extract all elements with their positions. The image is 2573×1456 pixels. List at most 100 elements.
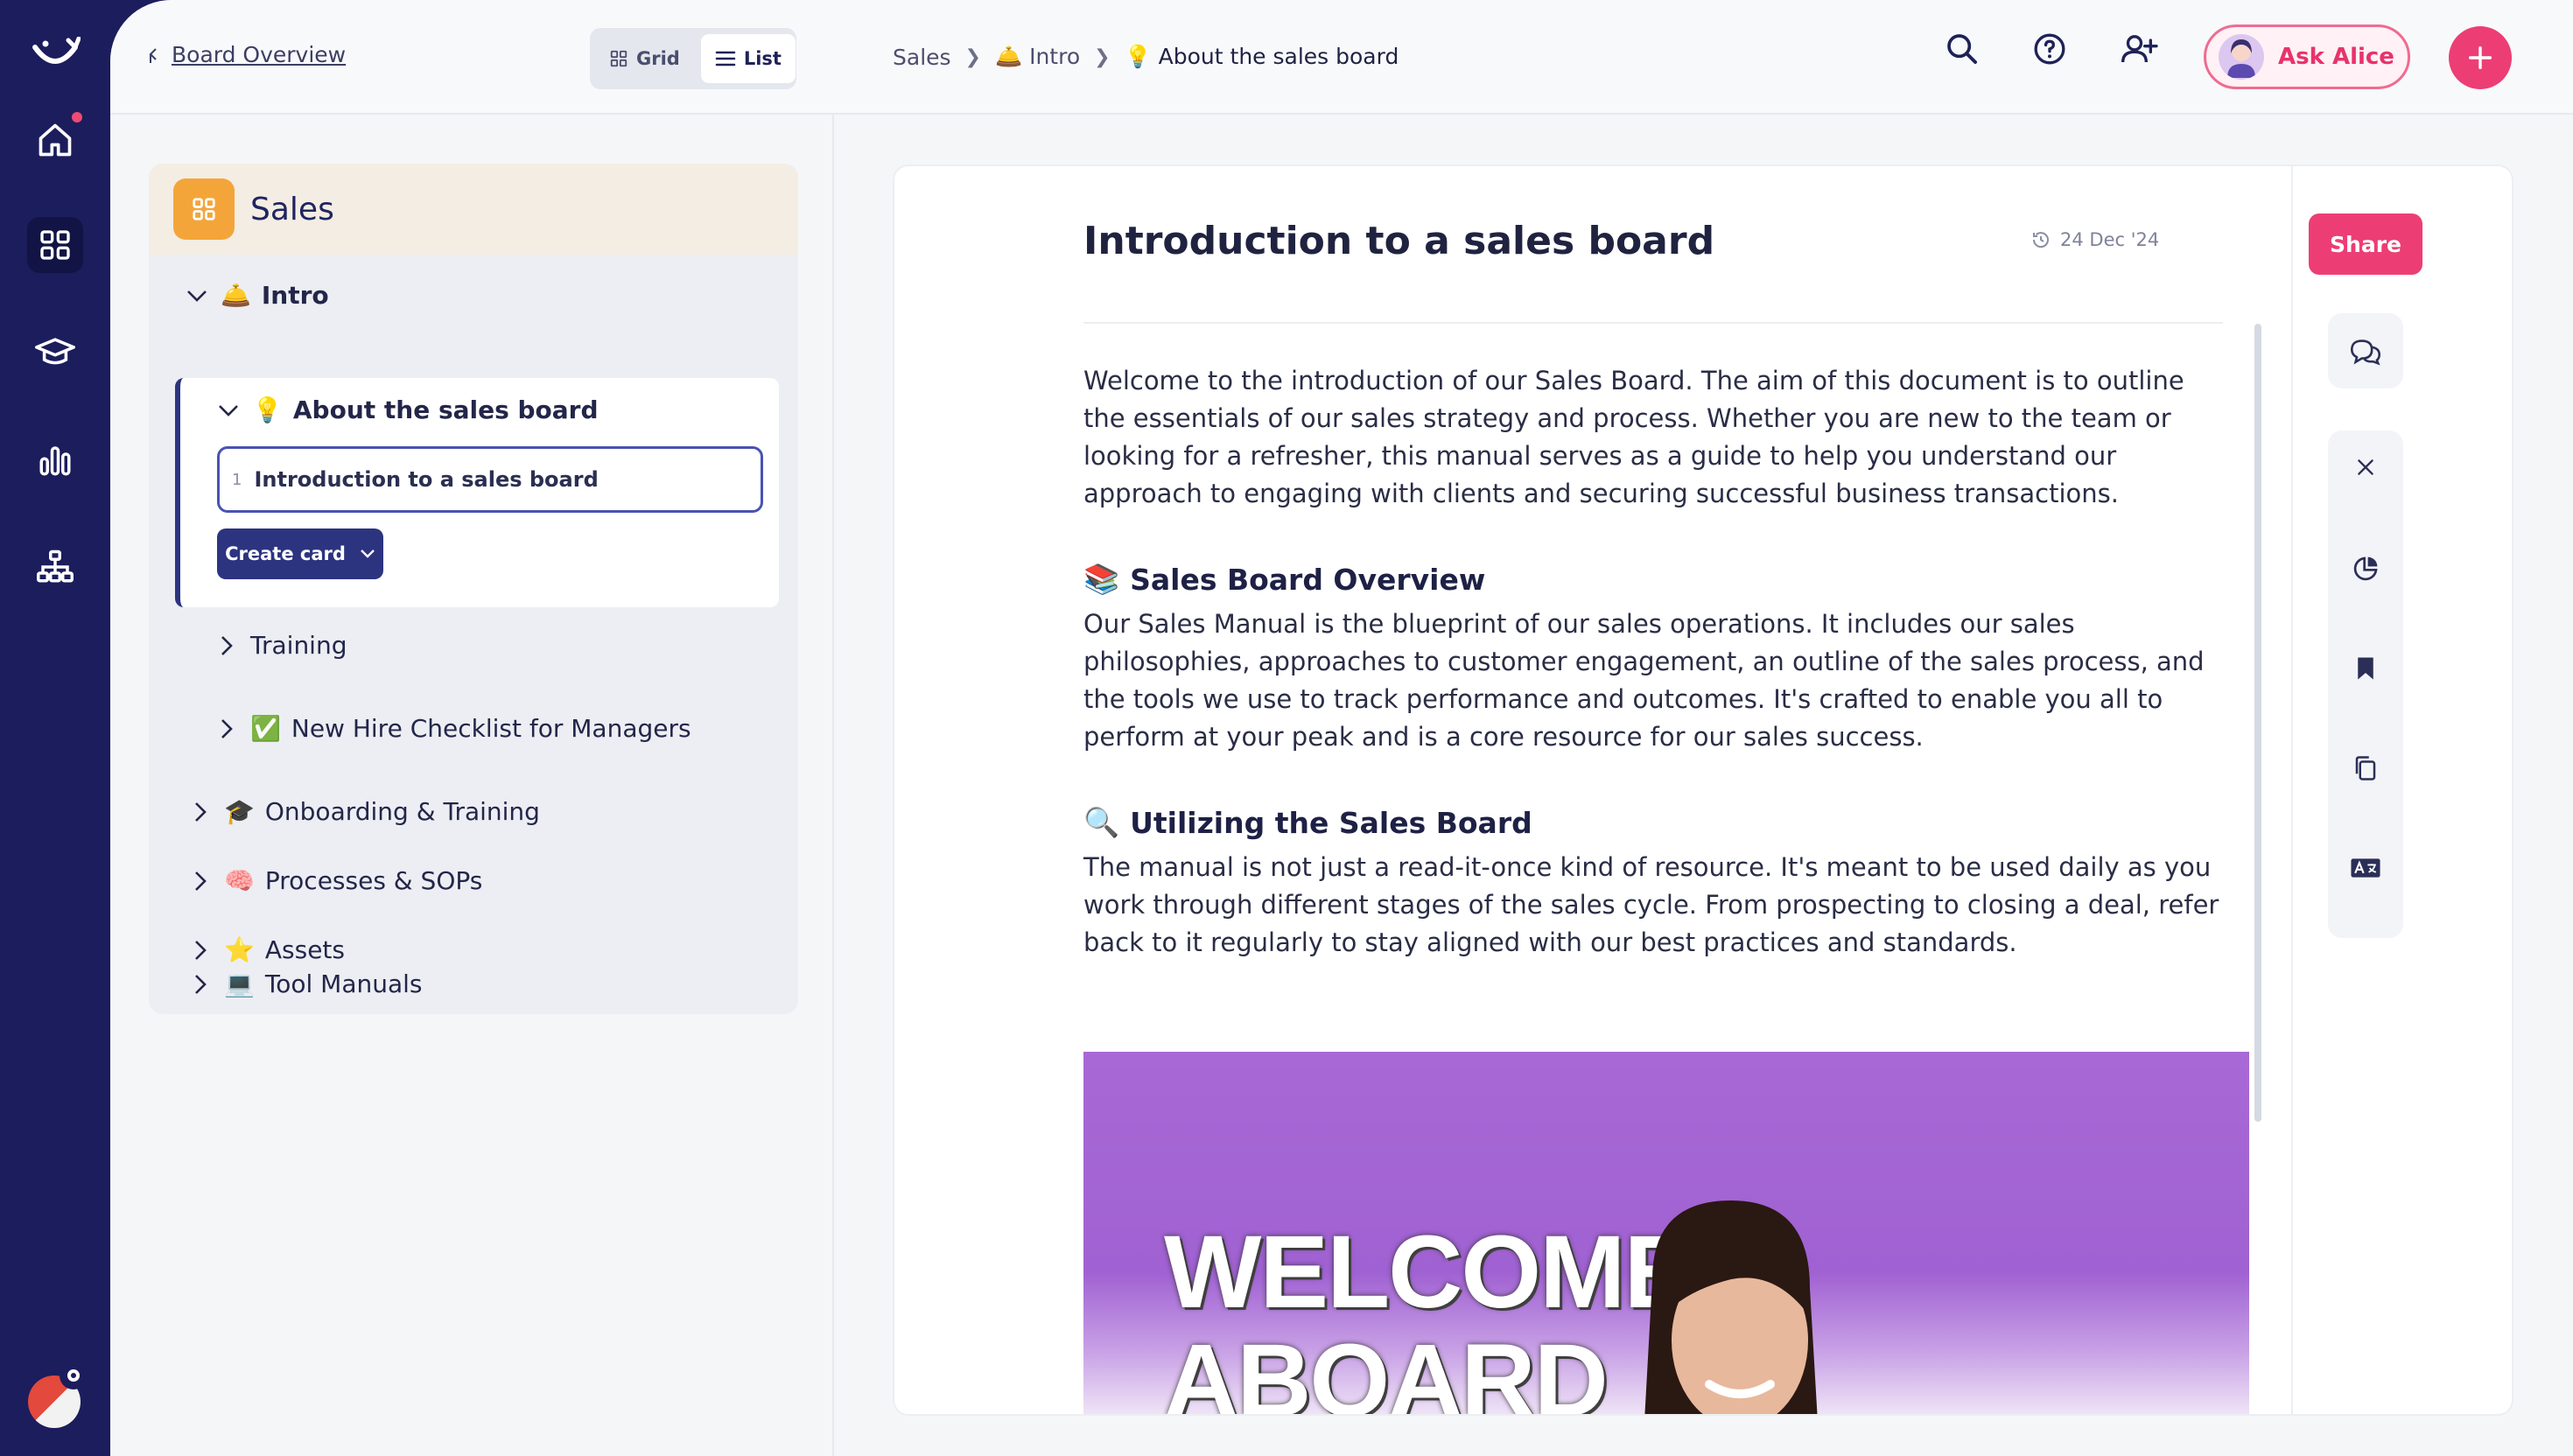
create-card-button[interactable]: Create card [217,528,383,579]
tree-item-tools[interactable]: 💻 Tool Manuals [187,970,423,998]
welcome-gif[interactable]: WELCOME ABOARD [1083,1052,2249,1414]
tree-area: Sales 🛎️ Intro 💡 About the sales board 1… [110,115,834,1456]
tree-item-intro-label: Intro [261,281,329,310]
share-label: Share [2330,231,2401,257]
books-icon: 📚 [1083,562,1120,596]
bell-icon: 🛎️ [994,44,1023,69]
breadcrumb: Sales ❯ 🛎️ Intro ❯ 💡 About the sales boa… [893,44,1399,70]
bookmark-icon[interactable] [2328,642,2403,695]
logo-icon[interactable] [27,26,83,82]
tree-item-assets[interactable]: ⭐ Assets [187,935,345,964]
translate-icon[interactable] [2328,842,2403,894]
lightbulb-icon: 💡 [252,396,283,424]
tree-item-training[interactable]: Training [214,631,347,660]
close-icon[interactable] [2328,441,2403,494]
breadcrumb-current: 💡 About the sales board [1125,44,1399,70]
help-icon[interactable] [2032,32,2067,70]
overview-paragraph: Our Sales Manual is the blueprint of our… [1083,609,2205,752]
notification-dot [72,112,82,122]
tree-item-onboarding[interactable]: 🎓 Onboarding & Training [187,797,540,826]
org-chart-icon[interactable] [27,539,83,595]
chevron-right-icon: ❯ [964,46,981,68]
tree-item-checklist-label: New Hire Checklist for Managers [291,714,691,743]
chevron-right-icon: ❯ [1094,46,1111,68]
check-mark-icon: ✅ [250,714,281,743]
brain-icon: 🧠 [224,866,255,895]
chevron-right-icon [214,634,240,657]
chevron-right-icon [187,939,214,962]
subcategory-card: 💡 About the sales board 1 Introduction t… [175,378,779,607]
magnifier-icon: 🔍 [1083,805,1120,839]
chevron-down-icon [361,550,375,558]
document-scrollbar[interactable] [2254,324,2261,1122]
list-view-label: List [743,48,782,69]
tree-item-onboarding-label: Onboarding & Training [264,797,540,826]
tree-title: Sales [250,191,334,228]
bar-chart-icon[interactable] [27,432,83,488]
tree-item-about[interactable]: 💡 About the sales board [215,396,599,424]
right-gutter [2513,115,2573,1456]
laptop-icon: 💻 [224,970,255,998]
tree-item-intro[interactable]: 🛎️ Intro [184,281,329,310]
list-view-icon [715,51,736,66]
add-button[interactable] [2449,26,2512,89]
lightbulb-icon: 💡 [1124,44,1152,69]
breadcrumb-intro[interactable]: 🛎️ Intro [995,44,1080,70]
section-heading-utilizing-label: Utilizing the Sales Board [1130,805,1532,840]
grid-icon[interactable] [27,217,83,273]
add-user-icon[interactable] [2120,32,2158,70]
breadcrumb-intro-label: Intro [1029,44,1081,69]
last-edited[interactable]: 24 Dec '24 [2030,229,2159,250]
divider [1083,322,2223,324]
section-heading-overview-label: Sales Board Overview [1130,562,1486,597]
section-heading-utilizing: 🔍 Utilizing the Sales Board [1083,805,2232,840]
breadcrumb-sales[interactable]: Sales [893,45,951,70]
back-link[interactable]: Board Overview [147,42,346,67]
history-icon [2032,232,2049,248]
pie-chart-icon[interactable] [2328,542,2403,595]
grid-view-icon [610,50,627,67]
tree-item-processes-label: Processes & SOPs [264,866,483,895]
document-body: Welcome to the introduction of our Sales… [1083,362,2232,962]
create-card-label: Create card [225,543,346,564]
back-arrow-icon [149,47,157,63]
back-link-label: Board Overview [172,42,347,67]
list-view-button[interactable]: List [700,34,796,83]
view-toggle: Grid List [590,28,796,89]
tree-item-checklist[interactable]: ✅ New Hire Checklist for Managers [214,714,691,743]
grid-view-button[interactable]: Grid [595,34,694,83]
board-grid-icon [173,178,235,240]
breadcrumb-current-label: About the sales board [1158,44,1399,69]
settings-gear-icon[interactable] [60,1362,88,1390]
star-icon: ⭐ [224,935,255,964]
tree-item-training-label: Training [250,631,347,660]
comments-icon[interactable] [2328,325,2403,377]
left-rail [0,0,110,1456]
plus-icon [2468,46,2492,70]
chevron-down-icon [184,289,210,303]
selected-card-item[interactable]: 1 Introduction to a sales board [217,446,763,513]
share-button[interactable]: Share [2309,214,2422,275]
tools-box [2328,430,2403,938]
tree-header[interactable]: Sales [149,164,798,255]
graduation-cap-icon[interactable] [27,326,83,382]
woman-portrait [1644,1200,1818,1414]
intro-paragraph: Welcome to the introduction of our Sales… [1083,366,2184,508]
ask-alice-button[interactable]: Ask Alice [2204,24,2410,89]
chevron-down-icon [215,403,242,417]
page-title: Introduction to a sales board [1083,219,1715,263]
selected-card-label: Introduction to a sales board [254,467,599,492]
tree-item-tools-label: Tool Manuals [264,970,423,998]
card-number: 1 [232,470,242,489]
tree-item-processes[interactable]: 🧠 Processes & SOPs [187,866,482,895]
tree-item-about-label: About the sales board [292,396,599,424]
utilizing-paragraph: The manual is not just a read-it-once ki… [1083,852,2219,957]
copy-icon[interactable] [2328,742,2403,794]
search-icon[interactable] [1945,32,1980,70]
chevron-right-icon [214,718,240,740]
comments-box [2328,313,2403,388]
chevron-right-icon [187,870,214,892]
ask-alice-label: Ask Alice [2278,44,2394,70]
chevron-right-icon [187,801,214,823]
tree-item-assets-label: Assets [264,935,345,964]
